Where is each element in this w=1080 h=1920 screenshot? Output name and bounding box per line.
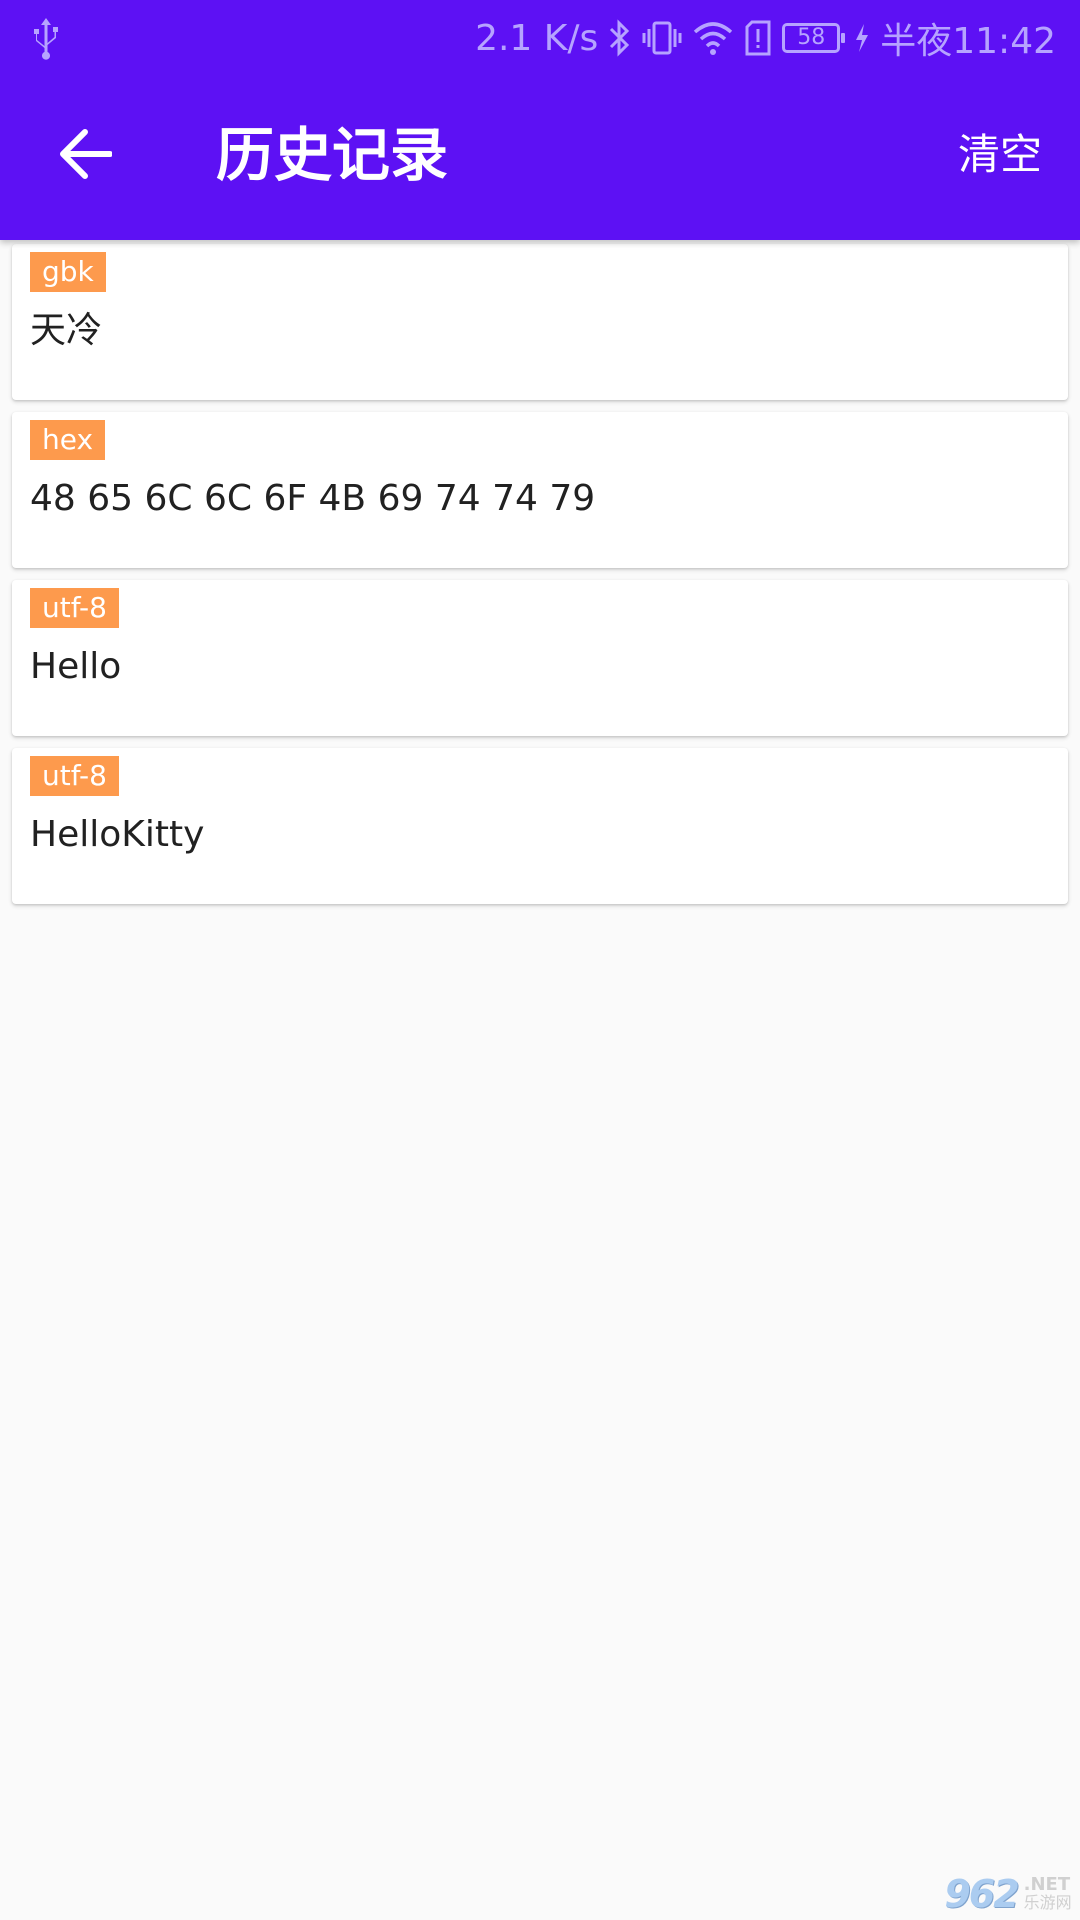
watermark-suffix: .NET [1023,1874,1071,1895]
history-item[interactable]: utf-8 HelloKitty [12,748,1068,904]
clock: 半夜11:42 [880,21,1056,62]
status-bar: 2.1 K/s 58 半夜11:42 [0,0,1080,75]
history-text: 48 65 6C 6C 6F 4B 69 74 74 79 [30,478,596,519]
history-item[interactable]: utf-8 Hello [12,580,1068,736]
encoding-tag: utf-8 [30,756,119,796]
watermark-side: .NET 乐游网 [1024,1876,1072,1912]
encoding-tag: utf-8 [30,588,119,628]
bluetooth-icon [610,19,630,57]
toolbar: 历史记录 清空 [0,75,1080,240]
battery-icon: 58 [782,23,846,53]
watermark-cn: 乐游网 [1023,1893,1072,1912]
battery-level: 58 [797,25,826,50]
vibrate-icon [642,21,682,55]
watermark-number: 962 [944,1872,1019,1916]
wifi-icon [694,22,733,55]
history-text: 天冷 [30,310,103,351]
watermark-logo: 962 .NET 乐游网 [940,1872,1076,1916]
sim-alert-icon [745,20,771,56]
arrow-back-icon[interactable] [58,127,112,181]
net-speed: 2.1 K/s [475,17,599,59]
clear-button[interactable]: 清空 [958,127,1042,183]
encoding-tag: hex [30,420,106,460]
status-right: 2.1 K/s 58 半夜11:42 [475,10,1056,66]
page-title: 历史记录 [216,121,449,189]
history-item[interactable]: hex 48 65 6C 6C 6F 4B 69 74 74 79 [12,412,1068,568]
app-bar: 2.1 K/s 58 半夜11:42 历史记录 清空 [0,0,1080,240]
history-item[interactable]: gbk 天冷 [12,244,1068,400]
history-text: Hello [30,646,122,687]
charging-icon [856,24,869,52]
encoding-tag: gbk [30,252,106,292]
history-text: HelloKitty [30,814,205,855]
usb-icon [34,18,58,60]
